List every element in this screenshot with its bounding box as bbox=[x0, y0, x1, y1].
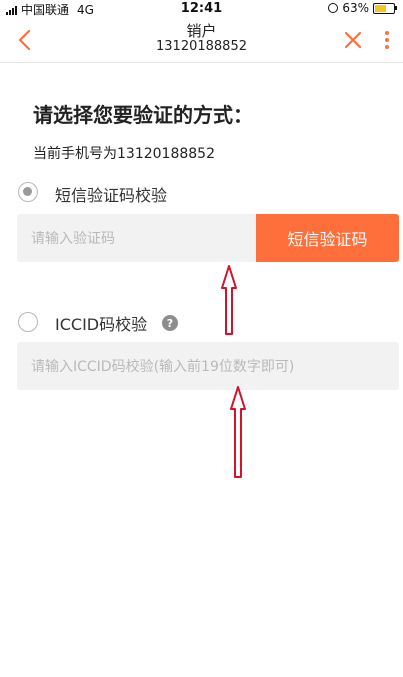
help-icon[interactable]: ? bbox=[162, 315, 178, 331]
more-options-icon[interactable] bbox=[381, 28, 393, 52]
radio-selected-dot bbox=[23, 187, 32, 196]
battery-icon bbox=[373, 2, 397, 14]
rotation-lock-icon bbox=[328, 3, 339, 13]
nav-bar: 销户 13120188852 bbox=[0, 18, 403, 63]
iccid-placeholder: 请输入ICCID码校验(输入前19位数字即可) bbox=[31, 359, 295, 375]
iccid-option-label[interactable]: ICCID码校验 bbox=[55, 311, 147, 335]
sms-radio[interactable] bbox=[18, 182, 38, 202]
iccid-radio[interactable] bbox=[18, 312, 38, 332]
sms-option-label[interactable]: 短信验证码校验 bbox=[55, 182, 167, 206]
close-icon[interactable] bbox=[343, 30, 363, 50]
verification-heading: 请选择您要验证的方式： bbox=[33, 103, 253, 127]
sms-code-placeholder: 请输入验证码 bbox=[31, 231, 115, 247]
current-phone-text: 当前手机号为13120188852 bbox=[33, 146, 215, 162]
annotation-arrow-up-icon bbox=[221, 265, 237, 335]
send-sms-code-button[interactable]: 短信验证码 bbox=[256, 214, 399, 262]
sms-code-input[interactable]: 请输入验证码 bbox=[17, 214, 257, 262]
iccid-input[interactable]: 请输入ICCID码校验(输入前19位数字即可) bbox=[17, 342, 399, 390]
battery-percent: 63% bbox=[342, 1, 369, 15]
status-bar: 中国联通 4G 12:41 63% bbox=[0, 0, 403, 18]
annotation-arrow-up-icon bbox=[230, 386, 246, 478]
status-right: 63% bbox=[328, 1, 397, 15]
